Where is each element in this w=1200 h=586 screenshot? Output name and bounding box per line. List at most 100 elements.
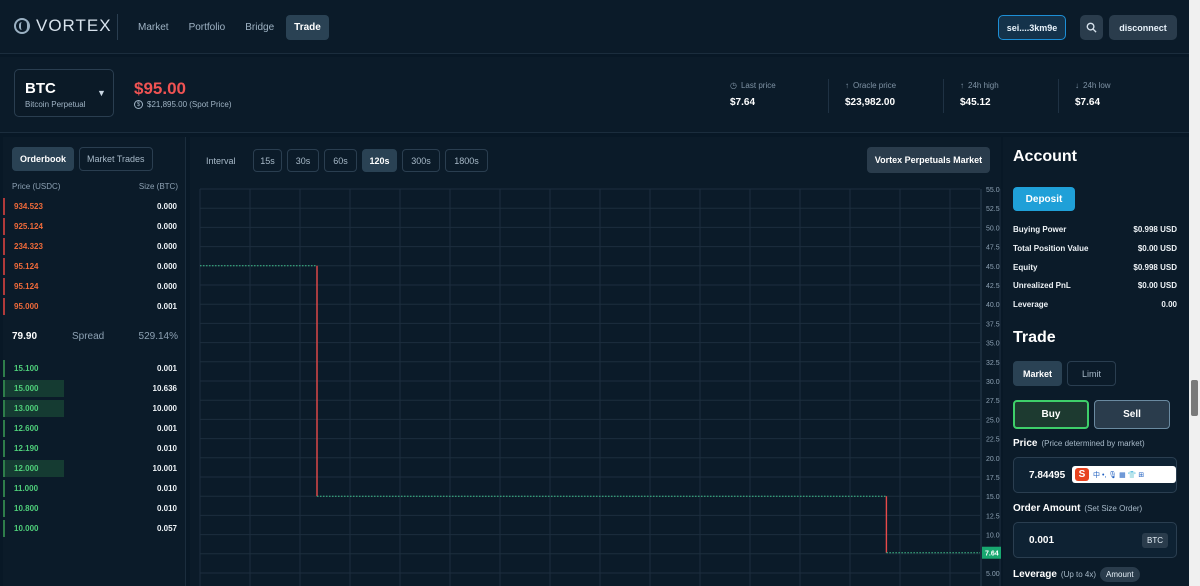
bid-row[interactable]: 13.000 10.000 [3,400,183,417]
y-axis-tick-label: 47.5 [986,245,1000,252]
account-row-unrealized-pnl: Unrealized PnL $0.00 USD [1013,281,1177,290]
ask-row[interactable]: 234.323 0.000 [3,238,183,255]
nav-trade[interactable]: Trade [286,15,329,40]
bid-size: 0.057 [156,524,177,533]
spread-percent: 529.14% [138,331,178,342]
nav-portfolio[interactable]: Portfolio [181,15,234,40]
ask-size: 0.000 [156,262,177,271]
interval-30s[interactable]: 30s [287,149,319,172]
price-input[interactable]: 7.84495 S 中 •, 🎙 ▦ 👕 ⊞ [1013,457,1177,493]
row-label: Total Position Value [1013,244,1089,253]
scrollbar-thumb[interactable] [1191,380,1198,416]
stat-label: 24h high [968,81,999,90]
bid-price: 13.000 [14,404,39,413]
ime-logo-icon: S [1075,468,1089,481]
ask-row[interactable]: 95.000 0.001 [3,298,183,315]
bid-row[interactable]: 12.000 10.001 [3,460,183,477]
bid-size: 0.001 [156,424,177,433]
ask-price: 95.124 [14,282,39,291]
wallet-address-button[interactable]: sei....3km9e [998,15,1066,40]
bid-size: 10.636 [152,384,177,393]
ask-row[interactable]: 934.523 0.000 [3,198,183,215]
stat-24h-low: ↓ 24h low $7.64 [1075,81,1175,108]
ime-toolbar[interactable]: S 中 •, 🎙 ▦ 👕 ⊞ [1072,466,1176,483]
bid-price: 12.000 [14,464,39,473]
price-column-header: Price (USDC) [12,182,61,191]
bid-row[interactable]: 10.000 0.057 [3,520,183,537]
spread-last-price: 79.90 [12,331,38,342]
nav-market[interactable]: Market [130,15,177,40]
ask-size: 0.000 [156,242,177,251]
coin-icon: $ [134,100,143,109]
vortex-logo[interactable]: VORTEX [14,16,112,36]
ask-price: 234.323 [14,242,43,251]
bid-row[interactable]: 12.190 0.010 [3,440,183,457]
bid-size: 0.010 [156,484,177,493]
arrow-up-icon: ↑ [845,81,849,90]
price-chart-panel: Interval 15s 30s 60s 120s 300s 1800s Vor… [190,137,1001,586]
bid-row[interactable]: 15.100 0.001 [3,360,183,377]
disconnect-button[interactable]: disconnect [1109,15,1177,40]
sell-button[interactable]: Sell [1094,400,1170,429]
search-button[interactable] [1080,15,1103,40]
page-scrollbar[interactable] [1189,0,1200,586]
tab-orderbook[interactable]: Orderbook [12,147,75,171]
price-value: 7.84495 [1029,470,1066,481]
ask-size: 0.000 [156,202,177,211]
bid-size: 10.000 [152,404,177,413]
interval-15s[interactable]: 15s [253,149,282,172]
stat-label: Last price [740,81,776,90]
y-axis-tick-label: 20.0 [986,456,1000,463]
interval-120s[interactable]: 120s [362,149,397,172]
ask-row[interactable]: 95.124 0.000 [3,278,183,295]
market-name-tag[interactable]: Vortex Perpetuals Market [867,147,990,173]
leverage-mode-badge[interactable]: Amount [1100,567,1140,582]
last-price-label: 7.64 [985,551,999,558]
account-row-buying-power: Buying Power $0.998 USD [1013,225,1177,234]
ask-row[interactable]: 95.124 0.000 [3,258,183,275]
bid-row[interactable]: 15.000 10.636 [3,380,183,397]
bid-row[interactable]: 11.000 0.010 [3,480,183,497]
y-axis-tick-label: 25.0 [986,417,1000,424]
bid-size: 0.010 [156,504,177,513]
amount-field-label: Order Amount (Set Size Order) [1013,503,1142,514]
size-column-header: Size (BTC) [138,182,178,191]
pair-symbol: BTC [25,80,56,97]
order-amount-input[interactable]: 0.001 BTC [1013,522,1177,558]
nav-bridge[interactable]: Bridge [237,15,282,40]
market-price: $95.00 [134,79,186,98]
top-navigation-bar: VORTEX Market Portfolio Bridge Trade sei… [0,0,1189,54]
row-value: $0.998 USD [1133,225,1177,234]
stat-divider [1058,79,1059,113]
leverage-field-label: Leverage (Up to 4x) Amount [1013,567,1140,582]
price-line-chart[interactable]: 55.0 52.5 50.0 47.5 45.0 42.5 40.0 37.5 35.0 32.5… [190,183,1001,586]
price-hint: (Price determined by market) [1041,439,1145,448]
interval-300s[interactable]: 300s [402,149,440,172]
market-pair-selector[interactable]: BTC Bitcoin Perpetual ▼ [14,69,114,117]
y-axis-tick-label: 22.5 [986,437,1000,444]
row-label: Equity [1013,263,1038,272]
market-info-strip: BTC Bitcoin Perpetual ▼ $95.00 $ $21,895… [0,57,1189,133]
interval-60s[interactable]: 60s [324,149,357,172]
bid-price: 11.000 [14,484,39,493]
buy-button[interactable]: Buy [1013,400,1089,429]
spot-price-text: $21,895.00 (Spot Price) [147,100,232,109]
leverage-hint: (Up to 4x) [1060,570,1097,579]
tab-market-trades[interactable]: Market Trades [79,147,153,171]
stat-label: Oracle price [853,81,897,90]
interval-1800s[interactable]: 1800s [445,149,488,172]
account-title: Account [1013,148,1077,165]
ask-row[interactable]: 925.124 0.000 [3,218,183,235]
row-value: $0.00 USD [1137,244,1177,253]
spread-label: Spread [72,331,105,342]
bid-row[interactable]: 12.600 0.001 [3,420,183,437]
bid-price: 15.000 [14,384,39,393]
y-axis-tick-label: 10.0 [986,533,1000,540]
spread-row: 79.90 Spread 529.14% [12,331,178,345]
tab-limit-order[interactable]: Limit [1067,361,1116,386]
nav-divider [117,14,118,40]
bid-row[interactable]: 10.800 0.010 [3,500,183,517]
y-axis-tick-label: 50.0 [986,225,1000,232]
deposit-button[interactable]: Deposit [1013,187,1075,211]
tab-market-order[interactable]: Market [1013,361,1062,386]
